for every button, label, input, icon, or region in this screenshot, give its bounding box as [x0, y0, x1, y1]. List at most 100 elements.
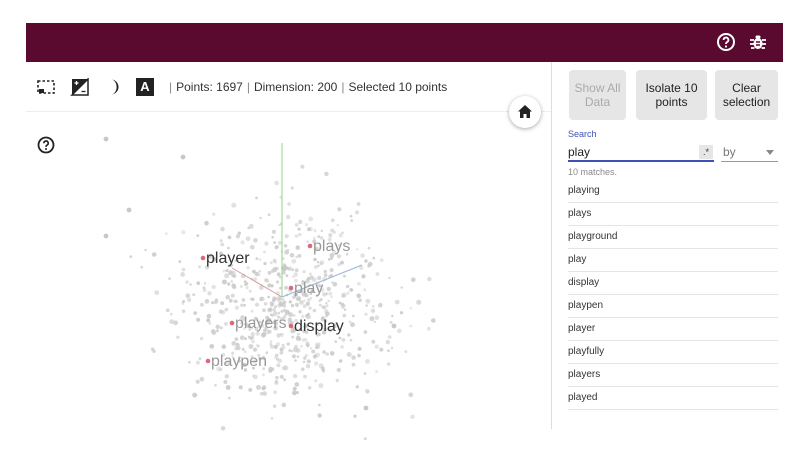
data-point: [369, 316, 375, 322]
data-point: [316, 261, 320, 264]
data-point: [303, 374, 307, 379]
data-point: [250, 331, 255, 337]
data-point: [365, 298, 371, 304]
data-point: [320, 229, 324, 233]
home-button[interactable]: [509, 96, 541, 128]
data-point: [189, 283, 192, 286]
search-result-item[interactable]: display: [568, 272, 778, 295]
data-point: [281, 297, 285, 301]
data-point: [279, 374, 284, 379]
search-by-select[interactable]: by: [721, 143, 778, 162]
data-point: [227, 246, 230, 250]
data-point: [374, 344, 379, 349]
selected-point-label[interactable]: players: [229, 315, 287, 332]
selected-point[interactable]: [288, 323, 294, 329]
data-point: [350, 322, 355, 328]
search-input[interactable]: [568, 143, 714, 162]
data-point: [302, 270, 306, 274]
data-point: [387, 349, 390, 353]
data-point: [294, 234, 299, 238]
point-label-text: play: [294, 280, 323, 297]
search-result-item[interactable]: play: [568, 249, 778, 272]
isolate-points-button[interactable]: Isolate 10 points: [636, 70, 707, 120]
data-point: [298, 219, 303, 225]
search-by-value: by: [723, 145, 736, 159]
data-point: [315, 344, 321, 349]
selected-point[interactable]: [307, 243, 313, 249]
data-point: [181, 267, 186, 272]
search-result-item[interactable]: playing: [568, 180, 778, 203]
selected-point[interactable]: [229, 320, 235, 326]
help-circle-icon[interactable]: [36, 135, 56, 155]
data-point: [325, 352, 330, 356]
data-point: [318, 383, 324, 389]
clear-selection-button[interactable]: Clear selection: [715, 70, 778, 120]
data-point: [211, 301, 214, 305]
selected-point-label[interactable]: play: [288, 280, 324, 297]
contrast-icon[interactable]: [70, 78, 90, 96]
search-result-item[interactable]: playpen: [568, 295, 778, 318]
data-point: [299, 300, 304, 305]
data-point: [332, 282, 338, 287]
data-point: [269, 340, 273, 343]
data-point: [248, 223, 254, 229]
selected-point[interactable]: [288, 285, 294, 291]
data-point: [222, 269, 226, 273]
search-result-item[interactable]: playfully: [568, 341, 778, 364]
search-result-item[interactable]: plays: [568, 203, 778, 226]
data-point: [168, 277, 172, 281]
data-point: [351, 362, 356, 367]
data-point: [200, 302, 204, 307]
data-point: [231, 341, 237, 346]
data-point: [319, 303, 322, 307]
data-point: [294, 268, 299, 273]
search-result-item[interactable]: playground: [568, 226, 778, 249]
data-point: [152, 349, 156, 353]
night-mode-icon[interactable]: [105, 78, 125, 96]
selected-point-label[interactable]: display: [288, 318, 344, 335]
selected-point-label[interactable]: plays: [307, 238, 351, 255]
selected-point[interactable]: [200, 255, 206, 261]
data-point: [291, 258, 297, 264]
data-point: [319, 298, 323, 302]
data-point: [338, 336, 342, 340]
data-point: [427, 276, 432, 282]
point-label-text: display: [294, 318, 344, 335]
data-point: [346, 352, 352, 357]
data-point: [334, 340, 338, 343]
data-point: [210, 329, 216, 334]
scatter-plot-canvas[interactable]: player plays play players display playpen: [26, 124, 551, 475]
data-point: [345, 284, 350, 289]
regex-toggle-button[interactable]: .*: [699, 145, 713, 159]
selected-point-label[interactable]: playpen: [205, 353, 267, 370]
bounding-box-select-icon[interactable]: [36, 78, 56, 96]
data-point: [287, 202, 291, 206]
data-point: [323, 273, 328, 278]
data-point: [330, 218, 335, 223]
data-point: [227, 282, 231, 286]
data-point: [203, 282, 207, 285]
data-point: [248, 344, 254, 349]
data-point: [277, 240, 282, 245]
selected-point-label[interactable]: player: [200, 250, 251, 267]
data-point: [205, 299, 210, 303]
point-label-text: player: [206, 250, 250, 267]
data-point: [370, 308, 376, 313]
search-result-item[interactable]: played: [568, 387, 778, 410]
data-point: [279, 303, 283, 307]
data-point: [296, 355, 300, 358]
help-circle-icon[interactable]: [714, 30, 738, 54]
label-text-icon[interactable]: A: [136, 78, 154, 96]
data-point: [367, 246, 371, 250]
data-point: [243, 280, 247, 284]
bug-icon[interactable]: [746, 30, 770, 54]
show-all-data-button[interactable]: Show All Data: [569, 70, 626, 120]
search-result-item[interactable]: player: [568, 318, 778, 341]
data-point: [321, 305, 326, 309]
data-point: [261, 386, 266, 391]
search-result-item[interactable]: players: [568, 364, 778, 387]
data-point: [357, 346, 362, 351]
data-point: [349, 288, 353, 292]
selected-point[interactable]: [205, 358, 211, 364]
data-point: [235, 343, 240, 348]
